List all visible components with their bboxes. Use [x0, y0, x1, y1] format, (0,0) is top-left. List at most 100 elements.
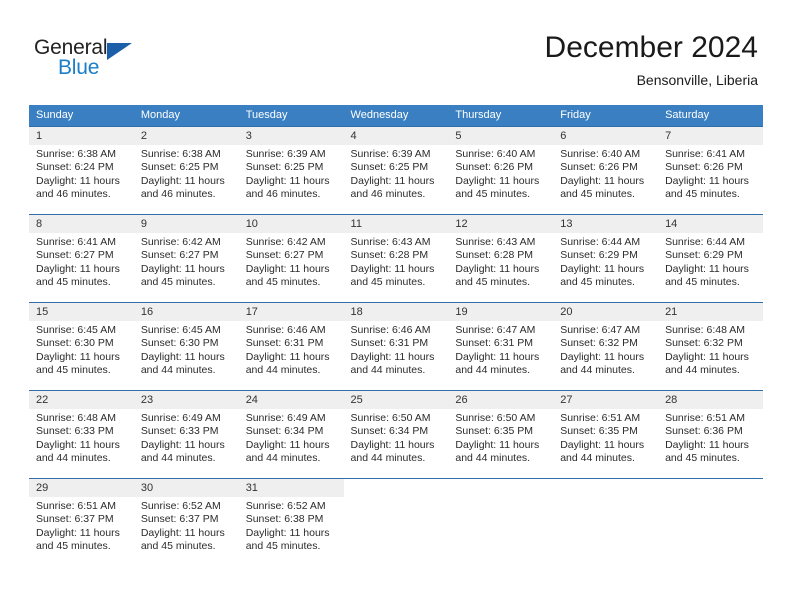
sunset-text: Sunset: 6:27 PM — [140, 249, 219, 262]
sunset-text: Sunset: 6:29 PM — [560, 249, 638, 262]
calendar-cell[interactable]: 12 Sunrise: 6:43 AM Sunset: 6:28 PM Dayl… — [448, 214, 554, 302]
day-number: 21 — [665, 306, 678, 318]
calendar-cell — [658, 478, 763, 566]
day-number: 6 — [560, 130, 567, 142]
week-row: 15 Sunrise: 6:45 AM Sunset: 6:30 PM Dayl… — [29, 302, 763, 390]
calendar-cell[interactable]: 15 Sunrise: 6:45 AM Sunset: 6:30 PM Dayl… — [29, 302, 134, 390]
calendar-cell[interactable]: 2 Sunrise: 6:38 AM Sunset: 6:25 PM Dayli… — [133, 126, 239, 214]
calendar-cell[interactable]: 16 Sunrise: 6:45 AM Sunset: 6:30 PM Dayl… — [133, 302, 239, 390]
day-number: 27 — [560, 394, 573, 406]
day-details: Sunrise: 6:50 AM Sunset: 6:34 PM Dayligh… — [344, 409, 449, 466]
day-cell-3[interactable]: 3 Sunrise: 6:39 AM Sunset: 6:25 PM Dayli… — [238, 126, 344, 214]
sunset-text: Sunset: 6:25 PM — [350, 161, 429, 174]
calendar-cell[interactable]: 30 Sunrise: 6:52 AM Sunset: 6:37 PM Dayl… — [133, 478, 239, 566]
calendar-cell[interactable]: 3 Sunrise: 6:39 AM Sunset: 6:25 PM Dayli… — [238, 126, 344, 214]
calendar-cell[interactable]: 19 Sunrise: 6:47 AM Sunset: 6:31 PM Dayl… — [448, 302, 554, 390]
calendar-cell[interactable]: 14 Sunrise: 6:44 AM Sunset: 6:29 PM Dayl… — [658, 214, 763, 302]
daylight-text-line2: and 44 minutes. — [245, 364, 321, 377]
day-number-bar: 2 — [133, 127, 239, 145]
day-cell-1[interactable]: 1 Sunrise: 6:38 AM Sunset: 6:24 PM Dayli… — [29, 126, 134, 214]
calendar-cell[interactable]: 11 Sunrise: 6:43 AM Sunset: 6:28 PM Dayl… — [343, 214, 449, 302]
day-details: Sunrise: 6:46 AM Sunset: 6:31 PM Dayligh… — [344, 321, 449, 378]
calendar-cell[interactable]: 31 Sunrise: 6:52 AM Sunset: 6:38 PM Dayl… — [238, 478, 344, 566]
day-cell-10[interactable]: 10 Sunrise: 6:42 AM Sunset: 6:27 PM Dayl… — [238, 214, 344, 302]
calendar-cell[interactable]: 13 Sunrise: 6:44 AM Sunset: 6:29 PM Dayl… — [553, 214, 659, 302]
calendar-cell[interactable]: 23 Sunrise: 6:49 AM Sunset: 6:33 PM Dayl… — [133, 390, 239, 478]
sunrise-text: Sunrise: 6:50 AM — [350, 412, 431, 424]
day-cell-30[interactable]: 30 Sunrise: 6:52 AM Sunset: 6:37 PM Dayl… — [133, 478, 239, 566]
day-cell-23[interactable]: 23 Sunrise: 6:49 AM Sunset: 6:33 PM Dayl… — [133, 390, 239, 478]
general-blue-logo[interactable]: General Blue — [34, 36, 144, 82]
day-cell-20[interactable]: 20 Sunrise: 6:47 AM Sunset: 6:32 PM Dayl… — [553, 302, 659, 390]
page-subtitle: Bensonville, Liberia — [636, 72, 758, 88]
calendar-cell[interactable]: 4 Sunrise: 6:39 AM Sunset: 6:25 PM Dayli… — [343, 126, 449, 214]
day-cell-28[interactable]: 28 Sunrise: 6:51 AM Sunset: 6:36 PM Dayl… — [658, 390, 763, 478]
daylight-text-line1: Daylight: 11 hours — [140, 350, 225, 363]
day-number-bar: 8 — [29, 215, 134, 233]
calendar-cell[interactable]: 26 Sunrise: 6:50 AM Sunset: 6:35 PM Dayl… — [448, 390, 554, 478]
calendar-cell[interactable]: 27 Sunrise: 6:51 AM Sunset: 6:35 PM Dayl… — [553, 390, 659, 478]
calendar-cell[interactable]: 20 Sunrise: 6:47 AM Sunset: 6:32 PM Dayl… — [553, 302, 659, 390]
daylight-text-line2: and 45 minutes. — [245, 540, 321, 553]
day-cell-26[interactable]: 26 Sunrise: 6:50 AM Sunset: 6:35 PM Dayl… — [448, 390, 554, 478]
day-cell-16[interactable]: 16 Sunrise: 6:45 AM Sunset: 6:30 PM Dayl… — [133, 302, 239, 390]
calendar-cell[interactable]: 10 Sunrise: 6:42 AM Sunset: 6:27 PM Dayl… — [238, 214, 344, 302]
calendar-cell[interactable]: 6 Sunrise: 6:40 AM Sunset: 6:26 PM Dayli… — [553, 126, 659, 214]
day-cell-15[interactable]: 15 Sunrise: 6:45 AM Sunset: 6:30 PM Dayl… — [29, 302, 134, 390]
calendar-cell[interactable]: 22 Sunrise: 6:48 AM Sunset: 6:33 PM Dayl… — [29, 390, 134, 478]
day-number: 22 — [36, 394, 49, 406]
calendar-cell[interactable]: 8 Sunrise: 6:41 AM Sunset: 6:27 PM Dayli… — [29, 214, 134, 302]
calendar-cell[interactable]: 1 Sunrise: 6:38 AM Sunset: 6:24 PM Dayli… — [29, 126, 134, 214]
day-cell-29[interactable]: 29 Sunrise: 6:51 AM Sunset: 6:37 PM Dayl… — [29, 478, 134, 566]
calendar-cell[interactable]: 28 Sunrise: 6:51 AM Sunset: 6:36 PM Dayl… — [658, 390, 763, 478]
day-cell-31[interactable]: 31 Sunrise: 6:52 AM Sunset: 6:38 PM Dayl… — [238, 478, 344, 566]
day-number: 20 — [560, 306, 573, 318]
daylight-text-line2: and 45 minutes. — [140, 276, 216, 289]
day-cell-27[interactable]: 27 Sunrise: 6:51 AM Sunset: 6:35 PM Dayl… — [553, 390, 659, 478]
day-cell-5[interactable]: 5 Sunrise: 6:40 AM Sunset: 6:26 PM Dayli… — [448, 126, 554, 214]
day-cell-8[interactable]: 8 Sunrise: 6:41 AM Sunset: 6:27 PM Dayli… — [29, 214, 134, 302]
calendar-cell[interactable]: 25 Sunrise: 6:50 AM Sunset: 6:34 PM Dayl… — [343, 390, 449, 478]
daylight-text-line2: and 44 minutes. — [140, 364, 216, 377]
day-cell-21[interactable]: 21 Sunrise: 6:48 AM Sunset: 6:32 PM Dayl… — [658, 302, 763, 390]
daylight-text-line1: Daylight: 11 hours — [350, 438, 435, 451]
day-cell-25[interactable]: 25 Sunrise: 6:50 AM Sunset: 6:34 PM Dayl… — [343, 390, 449, 478]
day-cell-18[interactable]: 18 Sunrise: 6:46 AM Sunset: 6:31 PM Dayl… — [343, 302, 449, 390]
calendar-cell[interactable]: 29 Sunrise: 6:51 AM Sunset: 6:37 PM Dayl… — [29, 478, 134, 566]
day-number: 13 — [560, 218, 573, 230]
day-cell-14[interactable]: 14 Sunrise: 6:44 AM Sunset: 6:29 PM Dayl… — [658, 214, 763, 302]
daylight-text-line2: and 45 minutes. — [560, 188, 635, 201]
day-number-bar: 22 — [29, 391, 134, 409]
calendar-cell[interactable]: 9 Sunrise: 6:42 AM Sunset: 6:27 PM Dayli… — [133, 214, 239, 302]
day-details: Sunrise: 6:48 AM Sunset: 6:33 PM Dayligh… — [29, 409, 134, 466]
day-details: Sunrise: 6:51 AM Sunset: 6:37 PM Dayligh… — [29, 497, 134, 554]
day-cell-4[interactable]: 4 Sunrise: 6:39 AM Sunset: 6:25 PM Dayli… — [343, 126, 449, 214]
day-cell-12[interactable]: 12 Sunrise: 6:43 AM Sunset: 6:28 PM Dayl… — [448, 214, 554, 302]
day-details: Sunrise: 6:46 AM Sunset: 6:31 PM Dayligh… — [239, 321, 344, 378]
day-cell-11[interactable]: 11 Sunrise: 6:43 AM Sunset: 6:28 PM Dayl… — [343, 214, 449, 302]
calendar-cell[interactable]: 7 Sunrise: 6:41 AM Sunset: 6:26 PM Dayli… — [658, 126, 763, 214]
daylight-text-line1: Daylight: 11 hours — [36, 262, 120, 275]
day-cell-13[interactable]: 13 Sunrise: 6:44 AM Sunset: 6:29 PM Dayl… — [553, 214, 659, 302]
calendar-cell[interactable]: 17 Sunrise: 6:46 AM Sunset: 6:31 PM Dayl… — [238, 302, 344, 390]
day-cell-22[interactable]: 22 Sunrise: 6:48 AM Sunset: 6:33 PM Dayl… — [29, 390, 134, 478]
day-number-bar: 16 — [133, 303, 239, 321]
day-cell-2[interactable]: 2 Sunrise: 6:38 AM Sunset: 6:25 PM Dayli… — [133, 126, 239, 214]
daylight-text-line1: Daylight: 11 hours — [245, 350, 330, 363]
day-number-bar: 15 — [29, 303, 134, 321]
week-row: 8 Sunrise: 6:41 AM Sunset: 6:27 PM Dayli… — [29, 214, 763, 302]
calendar-cell[interactable]: 18 Sunrise: 6:46 AM Sunset: 6:31 PM Dayl… — [343, 302, 449, 390]
day-cell-7[interactable]: 7 Sunrise: 6:41 AM Sunset: 6:26 PM Dayli… — [658, 126, 763, 214]
day-cell-6[interactable]: 6 Sunrise: 6:40 AM Sunset: 6:26 PM Dayli… — [553, 126, 659, 214]
calendar-cell[interactable]: 21 Sunrise: 6:48 AM Sunset: 6:32 PM Dayl… — [658, 302, 763, 390]
day-cell-24[interactable]: 24 Sunrise: 6:49 AM Sunset: 6:34 PM Dayl… — [238, 390, 344, 478]
day-cell-19[interactable]: 19 Sunrise: 6:47 AM Sunset: 6:31 PM Dayl… — [448, 302, 554, 390]
day-cell-17[interactable]: 17 Sunrise: 6:46 AM Sunset: 6:31 PM Dayl… — [238, 302, 344, 390]
daylight-text-line1: Daylight: 11 hours — [36, 438, 120, 451]
daylight-text-line2: and 46 minutes. — [245, 188, 321, 201]
day-cell-9[interactable]: 9 Sunrise: 6:42 AM Sunset: 6:27 PM Dayli… — [133, 214, 239, 302]
calendar-cell[interactable]: 5 Sunrise: 6:40 AM Sunset: 6:26 PM Dayli… — [448, 126, 554, 214]
daylight-text-line1: Daylight: 11 hours — [560, 262, 645, 275]
calendar-cell[interactable]: 24 Sunrise: 6:49 AM Sunset: 6:34 PM Dayl… — [238, 390, 344, 478]
week-row: 22 Sunrise: 6:48 AM Sunset: 6:33 PM Dayl… — [29, 390, 763, 478]
